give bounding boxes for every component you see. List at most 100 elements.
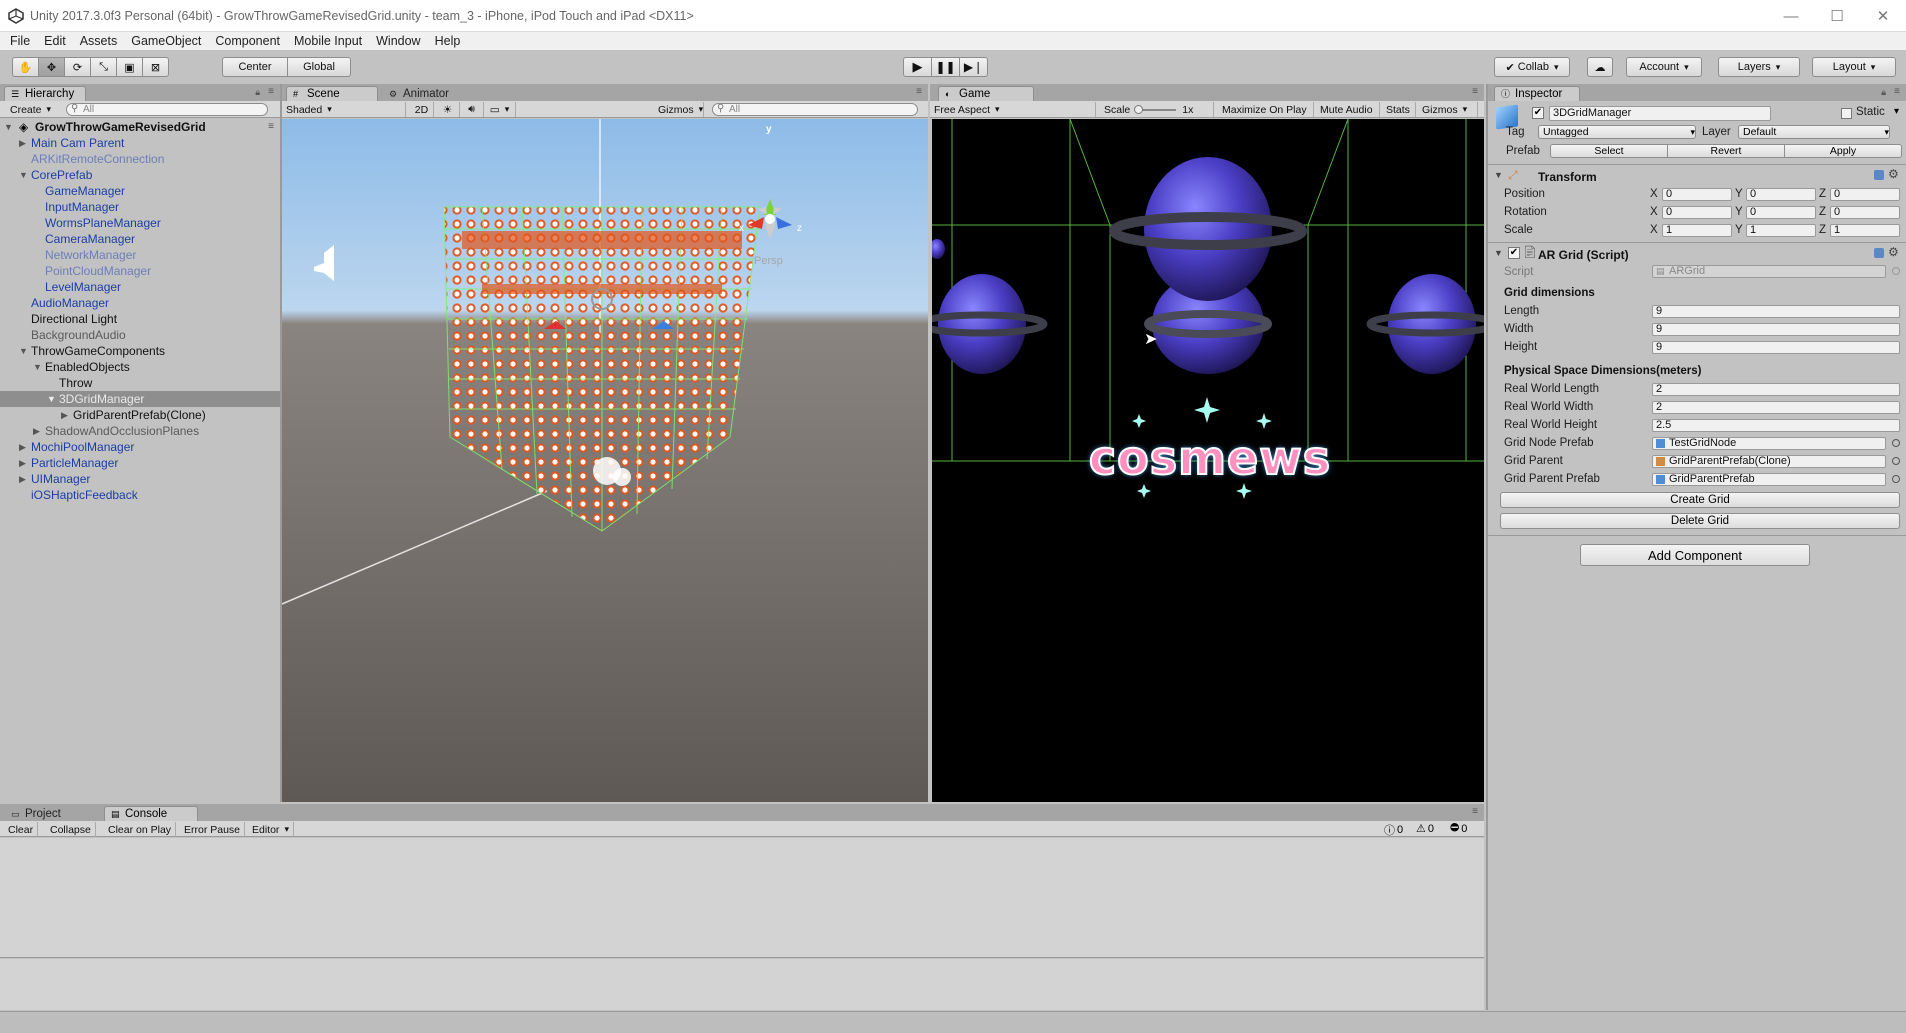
grid-parent-prefab-field[interactable]: GridParentPrefab (1652, 473, 1886, 486)
real-world-height-field[interactable]: 2.5 (1652, 419, 1900, 432)
list-item[interactable]: NetworkManager (0, 247, 280, 263)
list-item[interactable]: LevelManager (0, 279, 280, 295)
tab-inspector[interactable]: ⓘ Inspector (1494, 86, 1580, 101)
list-item[interactable]: Throw (0, 375, 280, 391)
list-item[interactable]: ▶ MochiPoolManager (0, 439, 280, 455)
list-item[interactable]: AudioManager (0, 295, 280, 311)
gameobject-name-field[interactable]: 3DGridManager (1549, 106, 1771, 121)
script-checkbox[interactable]: ✔ (1508, 247, 1520, 259)
height-field[interactable]: 9 (1652, 341, 1900, 354)
expand-arrow-icon[interactable]: ▼ (33, 359, 42, 375)
2d-toggle[interactable]: 2D (410, 102, 434, 117)
stats-toggle[interactable]: Stats (1382, 102, 1416, 117)
static-dropdown-icon[interactable]: ▾ (1894, 106, 1899, 117)
rotation-y-field[interactable]: 0 (1746, 206, 1816, 219)
menu-assets[interactable]: Assets (73, 34, 125, 48)
layout-dropdown[interactable]: Layout (1812, 57, 1896, 77)
panel-menu-icon[interactable]: ≡ (1472, 806, 1478, 817)
tab-project[interactable]: ▭ Project (4, 806, 94, 821)
play-button[interactable]: ▶ (903, 57, 932, 77)
game-gizmos-dropdown[interactable]: Gizmos (1418, 102, 1478, 117)
position-x-field[interactable]: 0 (1662, 188, 1732, 201)
list-item-selected[interactable]: ▼ 3DGridManager (0, 391, 280, 407)
panel-menu-icon[interactable]: ≡ (1472, 86, 1478, 97)
shading-mode-dropdown[interactable]: Shaded (282, 102, 406, 117)
list-item[interactable]: BackgroundAudio (0, 327, 280, 343)
aspect-dropdown[interactable]: Free Aspect (930, 102, 1096, 117)
collapse-arrow-icon[interactable]: ▶ (19, 135, 26, 151)
list-item[interactable]: GameManager (0, 183, 280, 199)
list-item[interactable]: ▶ Main Cam Parent (0, 135, 280, 151)
scale-y-field[interactable]: 1 (1746, 224, 1816, 237)
list-item[interactable]: ▶ ParticleManager (0, 455, 280, 471)
object-picker-icon[interactable] (1892, 457, 1900, 465)
layers-dropdown[interactable]: Layers (1718, 57, 1800, 77)
scale-x-field[interactable]: 1 (1662, 224, 1732, 237)
tag-dropdown[interactable]: Untagged (1538, 125, 1696, 139)
scene-search-input[interactable]: All (712, 103, 918, 116)
real-world-length-field[interactable]: 2 (1652, 383, 1900, 396)
maximize-button[interactable]: ☐ (1814, 0, 1860, 32)
game-viewport[interactable]: cosmews ➤ (932, 119, 1484, 802)
collapse-arrow-icon[interactable]: ▶ (33, 423, 40, 439)
persp-label[interactable]: Persp (754, 255, 783, 267)
panel-menu-icon[interactable]: ≡ (268, 86, 274, 97)
transform-tool-button[interactable]: ⊠ (142, 57, 169, 77)
list-item[interactable]: PointCloudManager (0, 263, 280, 279)
delete-grid-button[interactable]: Delete Grid (1500, 513, 1900, 529)
console-log-area[interactable] (0, 838, 1484, 958)
list-item[interactable]: ARKitRemoteConnection (0, 151, 280, 167)
move-tool-button[interactable]: ✥ (38, 57, 65, 77)
list-item[interactable]: ▶ UIManager (0, 471, 280, 487)
rotation-x-field[interactable]: 0 (1662, 206, 1732, 219)
error-count-toggle[interactable]: ⛔︎ 0 (1450, 822, 1467, 835)
tab-game[interactable]: ◐ Game (938, 86, 1034, 101)
scene-root[interactable]: ▼ ◈ GrowThrowGameRevisedGrid ≡ (0, 119, 280, 135)
object-picker-icon[interactable] (1892, 475, 1900, 483)
minimize-button[interactable]: — (1768, 0, 1814, 32)
layer-dropdown[interactable]: Default (1738, 125, 1890, 139)
component-settings-icon[interactable]: ⚙ (1888, 167, 1899, 181)
scale-slider[interactable]: Scale 1x (1100, 102, 1214, 117)
list-item[interactable]: ▼ EnabledObjects (0, 359, 280, 375)
menu-edit[interactable]: Edit (37, 34, 73, 48)
static-checkbox[interactable] (1841, 108, 1852, 119)
prefab-revert-button[interactable]: Revert (1667, 144, 1785, 158)
error-pause-toggle[interactable]: Error Pause (180, 822, 246, 837)
list-item[interactable]: ▶ GridParentPrefab(Clone) (0, 407, 280, 423)
foldout-arrow-icon[interactable]: ▼ (1494, 170, 1503, 180)
prefab-select-button[interactable]: Select (1550, 144, 1668, 158)
tab-console[interactable]: ▤ Console (104, 806, 198, 821)
list-item[interactable]: ▼ ThrowGameComponents (0, 343, 280, 359)
collapse-arrow-icon[interactable]: ▶ (19, 439, 26, 455)
real-world-width-field[interactable]: 2 (1652, 401, 1900, 414)
rotation-z-field[interactable]: 0 (1830, 206, 1900, 219)
info-count-toggle[interactable]: ⓘ 0 (1384, 822, 1403, 838)
add-component-button[interactable]: Add Component (1580, 544, 1810, 566)
menu-gameobject[interactable]: GameObject (124, 34, 208, 48)
rect-tool-button[interactable]: ▣ (116, 57, 143, 77)
list-item[interactable]: InputManager (0, 199, 280, 215)
maximize-on-play-toggle[interactable]: Maximize On Play (1218, 102, 1314, 117)
collapse-arrow-icon[interactable]: ▶ (19, 455, 26, 471)
position-z-field[interactable]: 0 (1830, 188, 1900, 201)
list-item[interactable]: CameraManager (0, 231, 280, 247)
scale-tool-button[interactable]: ⤡ (90, 57, 117, 77)
collapse-arrow-icon[interactable]: ▶ (19, 471, 26, 487)
collab-dropdown[interactable]: ✔ Collab (1494, 57, 1570, 77)
create-grid-button[interactable]: Create Grid (1500, 492, 1900, 508)
list-item[interactable]: ▶ ShadowAndOcclusionPlanes (0, 423, 280, 439)
grid-parent-field[interactable]: GridParentPrefab(Clone) (1652, 455, 1886, 468)
scale-z-field[interactable]: 1 (1830, 224, 1900, 237)
width-field[interactable]: 9 (1652, 323, 1900, 336)
scene-gizmos-dropdown[interactable]: Gizmos (654, 102, 704, 117)
component-settings-icon[interactable]: ⚙ (1888, 245, 1899, 259)
foldout-arrow-icon[interactable]: ▼ (1494, 248, 1503, 258)
clear-on-play-toggle[interactable]: Clear on Play (104, 822, 177, 837)
collapse-arrow-icon[interactable]: ▶ (61, 407, 68, 423)
pause-button[interactable]: ❚❚ (931, 57, 960, 77)
console-detail-area[interactable] (0, 959, 1484, 1010)
menu-window[interactable]: Window (369, 34, 427, 48)
collapse-toggle[interactable]: Collapse (46, 822, 96, 837)
rotate-tool-button[interactable]: ⟳ (64, 57, 91, 77)
